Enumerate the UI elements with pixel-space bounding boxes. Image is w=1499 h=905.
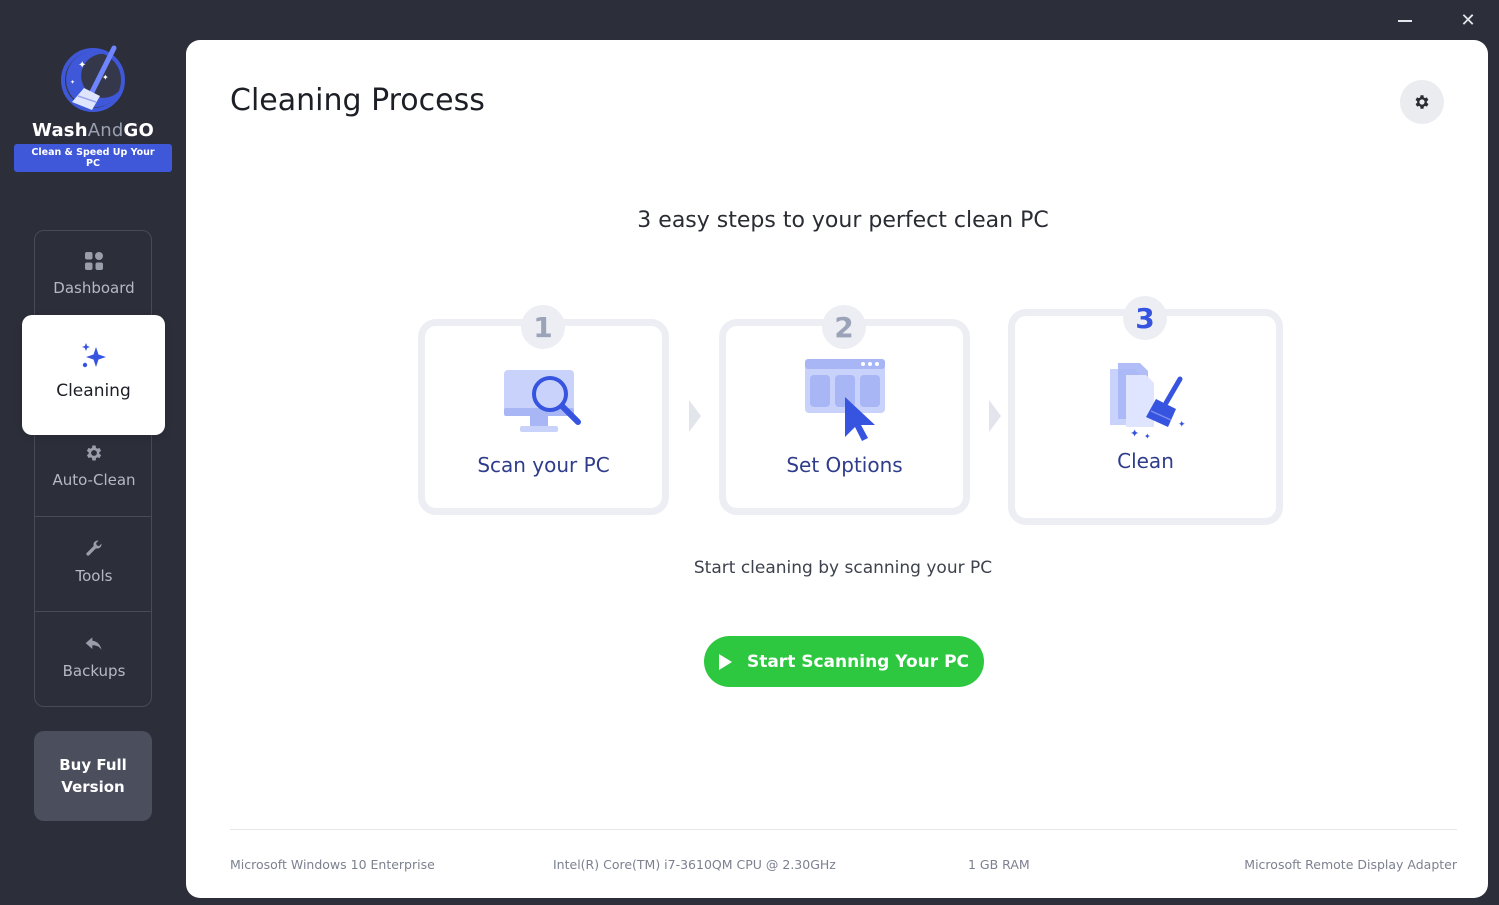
- window-cursor-icon: [805, 359, 885, 441]
- gear-icon: [1415, 95, 1429, 109]
- close-icon: ✕: [1460, 9, 1476, 31]
- svg-text:✦: ✦: [1178, 420, 1186, 430]
- grid-icon: [85, 252, 103, 270]
- step-arrow: [989, 400, 1001, 432]
- wrench-icon: [86, 540, 102, 556]
- sidebar-item-label: Auto-Clean: [52, 471, 136, 489]
- sidebar-item-cleaning[interactable]: Cleaning: [22, 315, 165, 435]
- close-button[interactable]: ✕: [1454, 8, 1482, 32]
- broom-moon-logo: ✦ ✦ ✦: [61, 45, 125, 112]
- sysinfo-gpu: Microsoft Remote Display Adapter: [1244, 857, 1457, 872]
- step-label: Clean: [1117, 449, 1174, 473]
- minimize-icon: [1398, 20, 1412, 22]
- sidebar-item-auto-clean[interactable]: Auto-Clean: [35, 443, 153, 489]
- minimize-button[interactable]: [1391, 8, 1419, 32]
- step-arrow: [689, 400, 701, 432]
- svg-text:✦: ✦: [78, 60, 86, 71]
- step-card-clean: ✦ ✦ ✦ Clean: [1008, 309, 1283, 525]
- step-label: Scan your PC: [477, 453, 610, 477]
- page-title: Cleaning Process: [230, 83, 485, 118]
- monitor-magnifier-icon: [504, 370, 581, 432]
- footer-divider: [230, 829, 1457, 830]
- steps-subtitle: 3 easy steps to your perfect clean PC: [637, 208, 1049, 233]
- start-scanning-button[interactable]: Start Scanning Your PC: [704, 636, 984, 687]
- main-panel: Cleaning Process 3 easy steps to your pe…: [186, 40, 1488, 898]
- brand-tagline: Clean & Speed Up Your PC: [14, 144, 172, 172]
- brand-name: WashAndGO: [32, 120, 154, 141]
- sidebar-item-label: Dashboard: [53, 279, 135, 297]
- sidebar-nav: Dashboard Auto-Clean Tools Backups: [34, 230, 152, 707]
- sidebar-item-label: Cleaning: [56, 381, 131, 401]
- play-icon: [718, 653, 732, 670]
- sidebar-item-label: Tools: [75, 567, 113, 585]
- nav-divider: [35, 516, 151, 517]
- undo-arrow-icon: [85, 637, 102, 650]
- sidebar-item-label: Backups: [62, 662, 126, 680]
- nav-divider: [35, 611, 151, 612]
- sidebar-item-tools[interactable]: Tools: [35, 539, 153, 585]
- sidebar-item-backups[interactable]: Backups: [35, 634, 153, 680]
- buy-full-version-button[interactable]: Buy Full Version: [34, 731, 152, 821]
- step-label: Set Options: [786, 453, 903, 477]
- gear-icon: [86, 445, 102, 461]
- step-number: 1: [521, 305, 565, 349]
- settings-button[interactable]: [1400, 80, 1444, 124]
- brand-logo: ✦ ✦ ✦ WashAndGO Clean & Speed Up Your PC: [14, 40, 172, 172]
- svg-text:✦: ✦: [102, 73, 109, 82]
- sysinfo-ram: 1 GB RAM: [968, 857, 1030, 872]
- scan-hint: Start cleaning by scanning your PC: [693, 558, 993, 578]
- svg-text:✦: ✦: [1130, 427, 1139, 440]
- sysinfo-os: Microsoft Windows 10 Enterprise: [230, 857, 435, 872]
- svg-text:✦: ✦: [1144, 432, 1151, 441]
- sidebar-item-dashboard[interactable]: Dashboard: [35, 251, 153, 297]
- svg-text:✦: ✦: [70, 79, 75, 86]
- step-number-active: 3: [1123, 296, 1167, 340]
- files-broom-icon: ✦ ✦ ✦: [1110, 363, 1186, 441]
- step-number: 2: [822, 305, 866, 349]
- sparkle-icon: [81, 343, 106, 368]
- sysinfo-cpu: Intel(R) Core(TM) i7-3610QM CPU @ 2.30GH…: [553, 857, 836, 872]
